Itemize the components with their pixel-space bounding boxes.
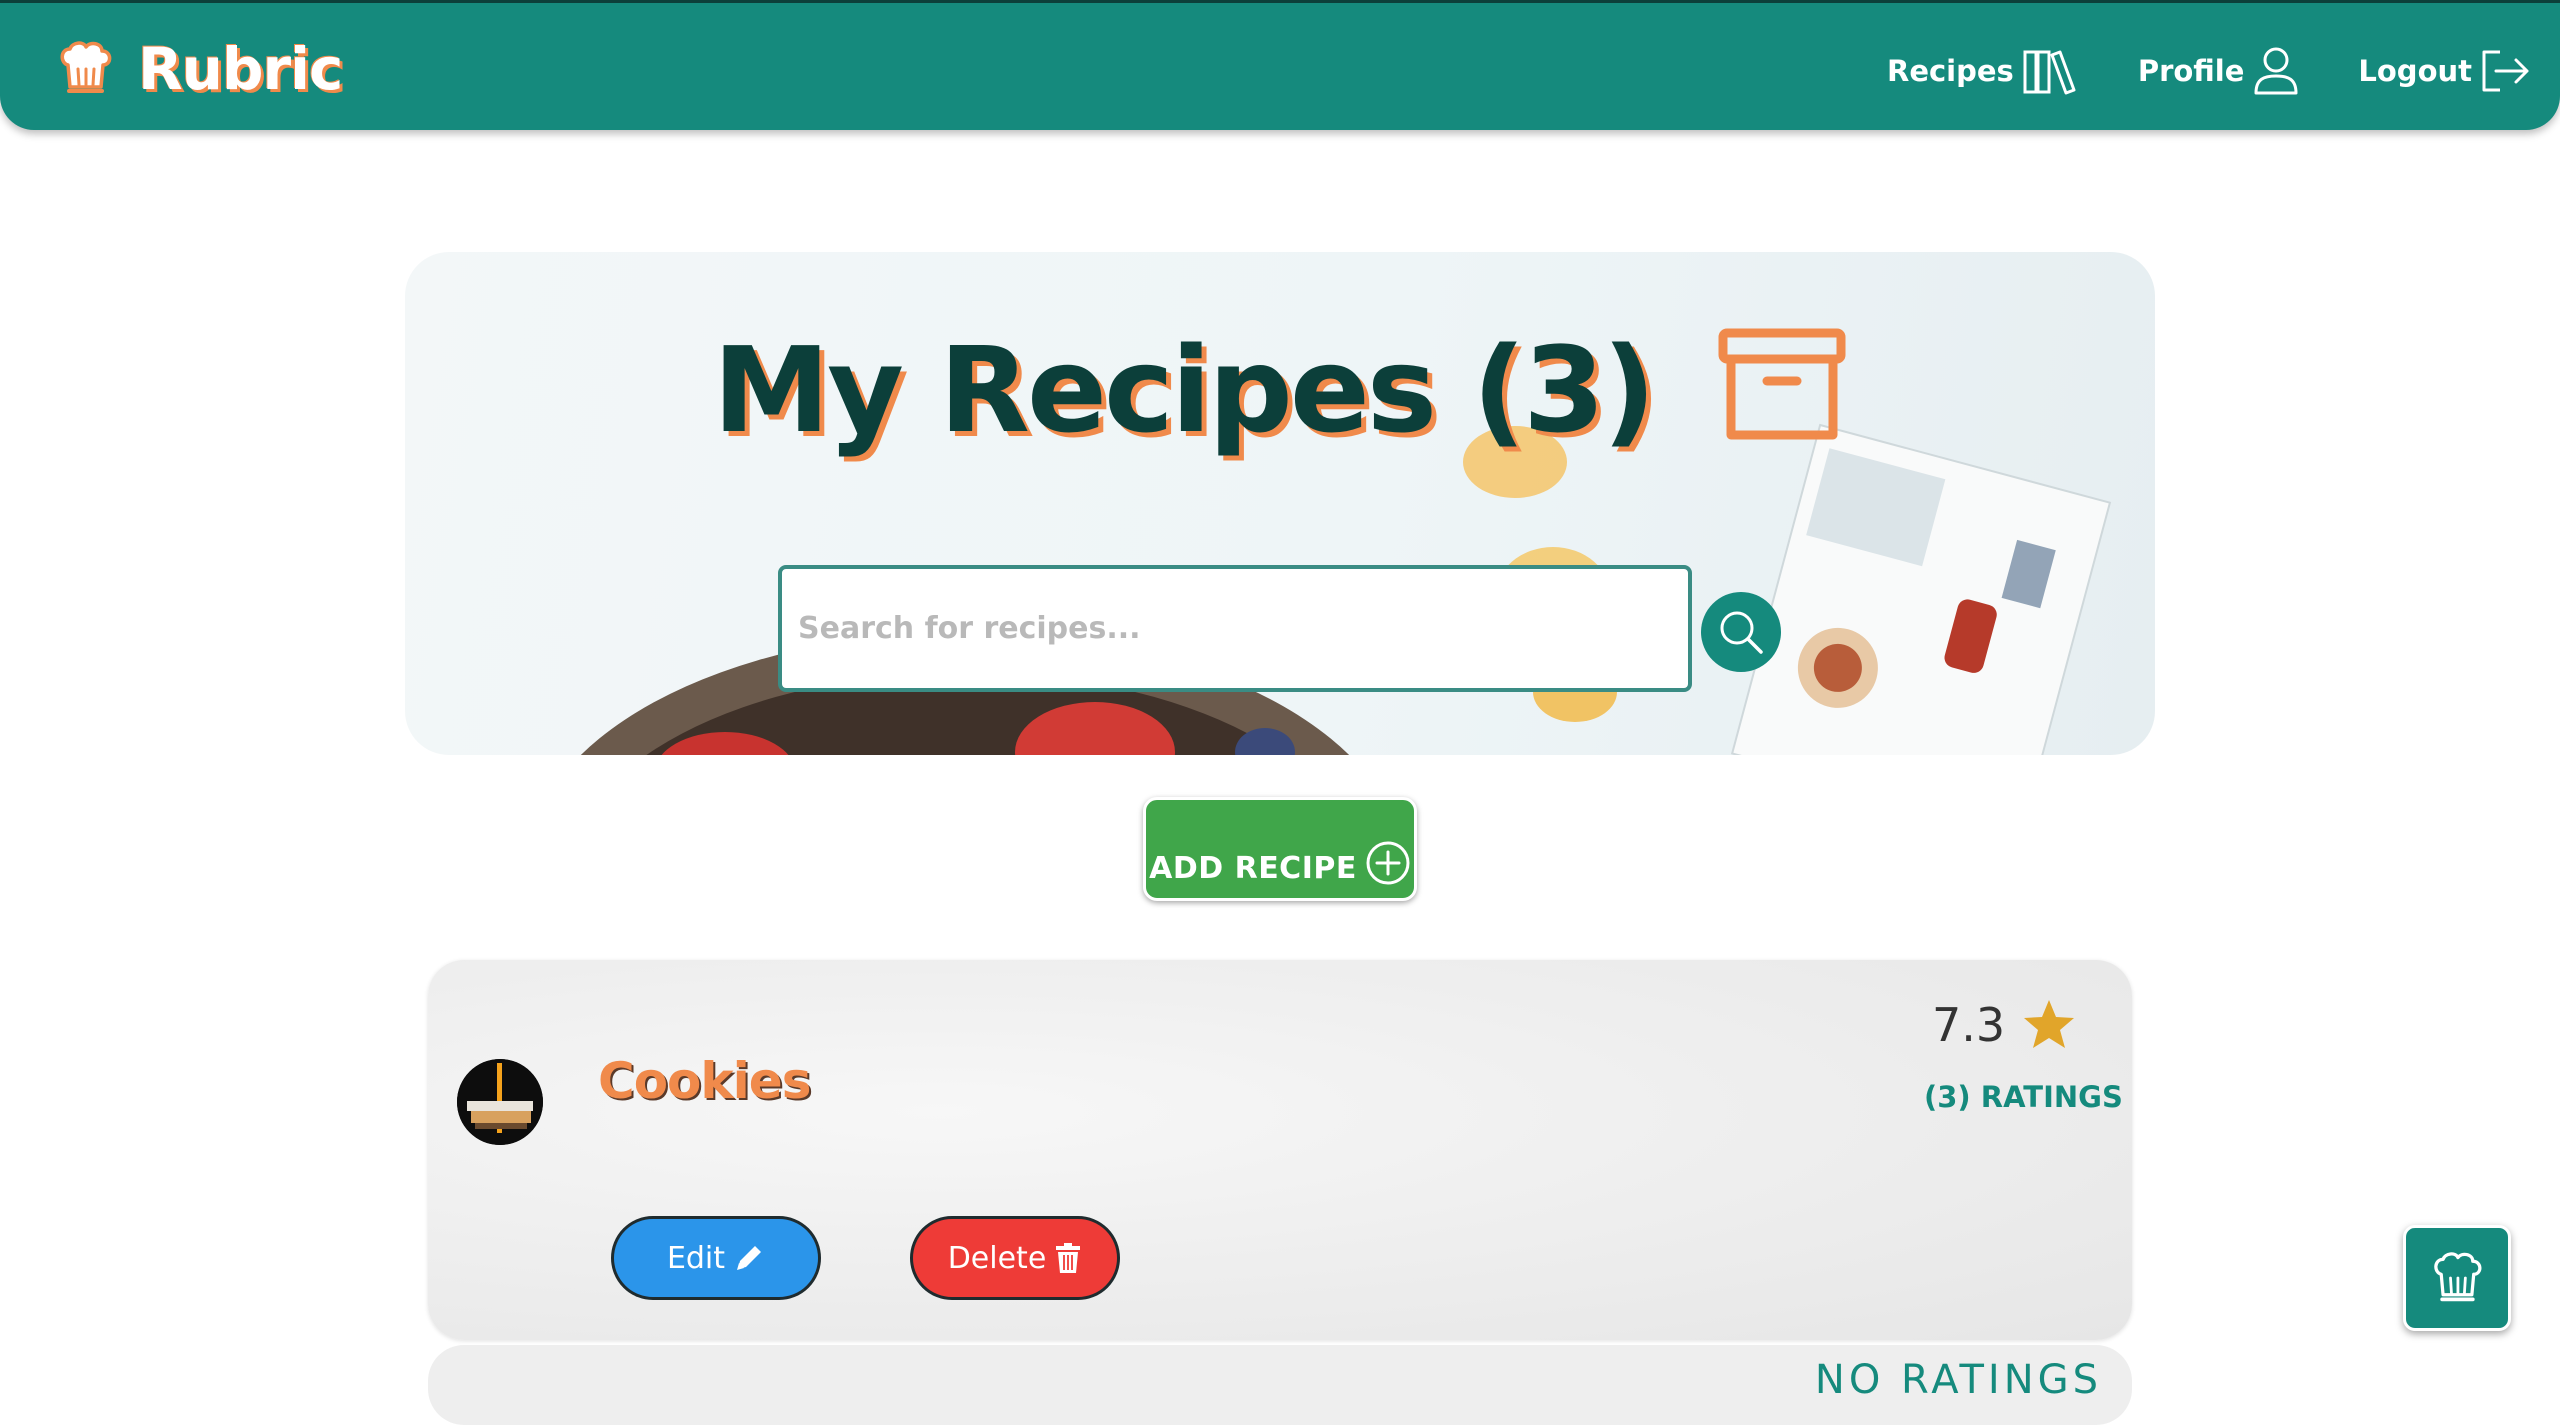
recipe-card: NO RATINGS: [428, 1345, 2132, 1425]
search-button[interactable]: [1701, 592, 1781, 672]
hero-banner: My Recipes (3): [405, 252, 2155, 755]
nav-logout-label: Logout: [2358, 54, 2472, 88]
brand-name: Rubric: [138, 35, 343, 103]
nav-profile-link[interactable]: Profile: [2138, 45, 2301, 97]
recipe-ratings-count: NO RATINGS: [1814, 1357, 2102, 1403]
page-title-text: My Recipes (3): [712, 320, 1656, 459]
delete-label: Delete: [947, 1240, 1047, 1276]
recipe-thumbnail[interactable]: [457, 1059, 543, 1145]
archive-box-icon: [1718, 328, 1846, 440]
search-input[interactable]: [778, 565, 1692, 692]
star-icon: [2024, 1000, 2075, 1048]
search-icon: [1720, 611, 1763, 654]
user-icon: [2254, 47, 2298, 95]
recipe-ratings-count: (3) RATINGS: [1924, 1080, 2123, 1114]
books-icon: [2023, 50, 2076, 95]
pencil-icon: [737, 1246, 762, 1270]
floating-chef-button[interactable]: [2403, 1225, 2511, 1331]
recipe-card: Cookies 7.3 (3) RATINGS Edit Delete: [428, 960, 2132, 1340]
add-recipe-label: ADD RECIPE: [1149, 851, 1357, 886]
nav-links: Recipes Profile Logout: [1829, 41, 2532, 101]
delete-recipe-button[interactable]: Delete: [910, 1216, 1120, 1300]
edit-label: Edit: [666, 1240, 726, 1276]
plus-circle-icon: [1366, 841, 1410, 885]
nav-recipes-link[interactable]: Recipes: [1887, 46, 2080, 96]
recipe-title[interactable]: Cookies: [598, 1052, 811, 1110]
brand[interactable]: Rubric: [58, 31, 343, 107]
chef-hat-icon: [2434, 1252, 2482, 1302]
page-title: My Recipes (3): [405, 312, 2155, 459]
top-navbar: Rubric Recipes Profile Logout: [0, 0, 2560, 130]
edit-recipe-button[interactable]: Edit: [611, 1216, 821, 1300]
nav-profile-label: Profile: [2137, 54, 2245, 88]
recipe-rating: 7.3: [1932, 998, 2077, 1052]
recipe-thumbnail-image: [457, 1059, 543, 1145]
add-recipe-button[interactable]: ADD RECIPE: [1143, 797, 1417, 901]
chef-hat-icon: [60, 41, 112, 93]
nav-logout-link[interactable]: Logout: [2358, 48, 2532, 94]
logout-icon: [2482, 50, 2529, 92]
recipe-rating-value: 7.3: [1932, 998, 2006, 1052]
nav-recipes-label: Recipes: [1886, 54, 2014, 88]
trash-icon: [1056, 1243, 1081, 1273]
